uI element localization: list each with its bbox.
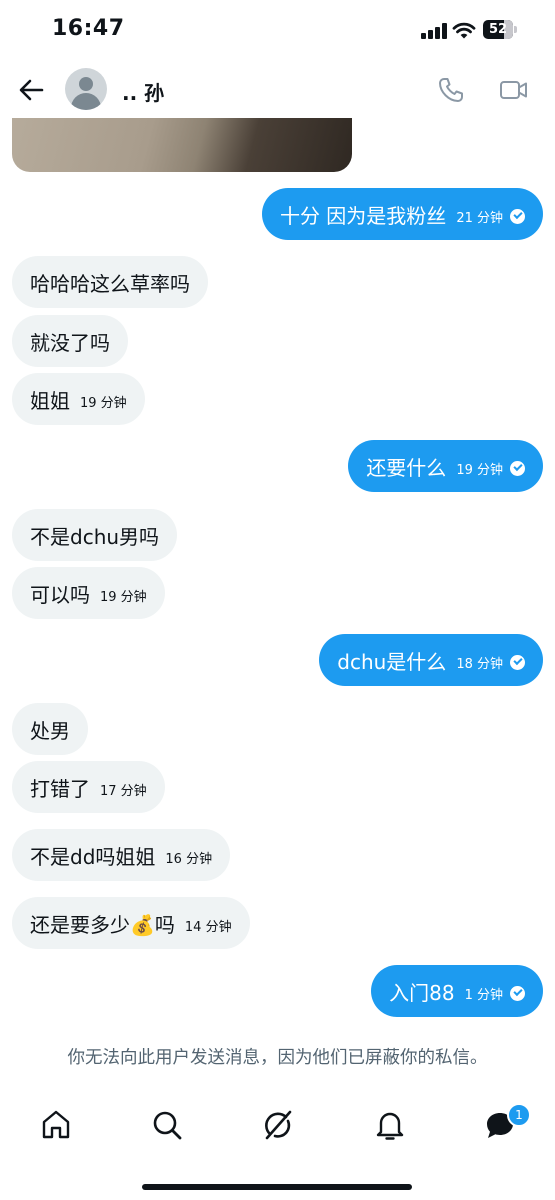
message-bubble-incoming[interactable]: 就没了吗 xyxy=(12,315,128,367)
battery-icon: 52 xyxy=(483,20,517,39)
message-bubble-outgoing[interactable]: 入门88 1 分钟 xyxy=(371,965,543,1017)
message-text: 姐姐 xyxy=(30,388,70,413)
message-time: 14 分钟 xyxy=(184,920,232,935)
message-text: 入门88 xyxy=(389,980,455,1005)
message-bubble-incoming[interactable]: 不是dd吗姐姐 16 分钟 xyxy=(12,829,231,881)
message-time: 21 分钟 xyxy=(456,211,503,226)
message-text: 就没了吗 xyxy=(30,330,110,355)
conversation-header: .. 孙 xyxy=(0,62,555,118)
message-text: 还是要多少💰吗 xyxy=(30,912,175,937)
message-bubble-incoming[interactable]: 打错了 17 分钟 xyxy=(12,761,165,813)
message-text: 处男 xyxy=(30,718,70,743)
status-time: 16:47 xyxy=(52,16,125,41)
message-bubble-incoming[interactable]: 处男 xyxy=(12,703,88,755)
back-arrow-icon[interactable] xyxy=(14,72,50,108)
read-check-icon xyxy=(510,208,525,224)
message-text: 还要什么 xyxy=(366,455,447,480)
message-bubble-outgoing[interactable]: dchu是什么 18 分钟 xyxy=(319,634,543,686)
message-text: 打错了 xyxy=(30,776,90,801)
grok-icon[interactable] xyxy=(261,1108,295,1142)
status-bar: 16:47 52 xyxy=(0,0,555,62)
bottom-navigation xyxy=(0,1100,555,1156)
message-time: 19 分钟 xyxy=(456,463,503,478)
message-time: 16 分钟 xyxy=(165,852,213,867)
message-bubble-incoming[interactable]: 姐姐 19 分钟 xyxy=(12,373,145,425)
message-text: dchu是什么 xyxy=(337,649,447,674)
cellular-signal-icon xyxy=(421,23,447,39)
message-bubble-incoming[interactable]: 可以吗 19 分钟 xyxy=(12,567,165,619)
messages-unread-badge: 1 xyxy=(507,1103,531,1127)
message-bubble-outgoing[interactable]: 十分 因为是我粉丝 21 分钟 xyxy=(261,188,543,240)
message-bubble-outgoing[interactable]: 还要什么 19 分钟 xyxy=(348,440,543,492)
message-time: 19 分钟 xyxy=(80,396,127,411)
message-time: 1 分钟 xyxy=(464,988,503,1003)
wifi-icon xyxy=(452,22,476,39)
avatar[interactable] xyxy=(65,68,107,110)
search-icon[interactable] xyxy=(150,1108,184,1142)
read-check-icon xyxy=(510,654,525,670)
message-bubble-incoming[interactable]: 哈哈哈这么草率吗 xyxy=(12,256,208,308)
message-text: 可以吗 xyxy=(30,582,90,607)
message-text: 不是dd吗姐姐 xyxy=(30,844,156,869)
message-text: 十分 因为是我粉丝 xyxy=(279,203,447,228)
home-indicator[interactable] xyxy=(142,1184,412,1190)
message-text: 不是dchu男吗 xyxy=(30,524,160,549)
battery-level: 52 xyxy=(488,22,508,37)
message-bubble-incoming[interactable]: 不是dchu男吗 xyxy=(12,509,178,561)
message-bubble-incoming[interactable]: 还是要多少💰吗 14 分钟 xyxy=(12,897,250,949)
message-time: 19 分钟 xyxy=(100,590,147,605)
read-check-icon xyxy=(510,985,525,1001)
message-text: 哈哈哈这么草率吗 xyxy=(30,271,190,296)
conversation-user-name[interactable]: .. 孙 xyxy=(122,77,164,106)
message-time: 18 分钟 xyxy=(456,657,503,672)
phone-icon[interactable] xyxy=(436,75,466,105)
message-time: 17 分钟 xyxy=(100,784,147,799)
blocked-dm-notice: 你无法向此用户发送消息，因为他们已屏蔽你的私信。 xyxy=(67,1048,488,1068)
read-check-icon xyxy=(510,460,525,476)
notifications-bell-icon[interactable] xyxy=(373,1108,407,1142)
home-icon[interactable] xyxy=(39,1108,73,1142)
image-message[interactable] xyxy=(12,118,352,172)
video-camera-icon[interactable] xyxy=(498,75,530,105)
